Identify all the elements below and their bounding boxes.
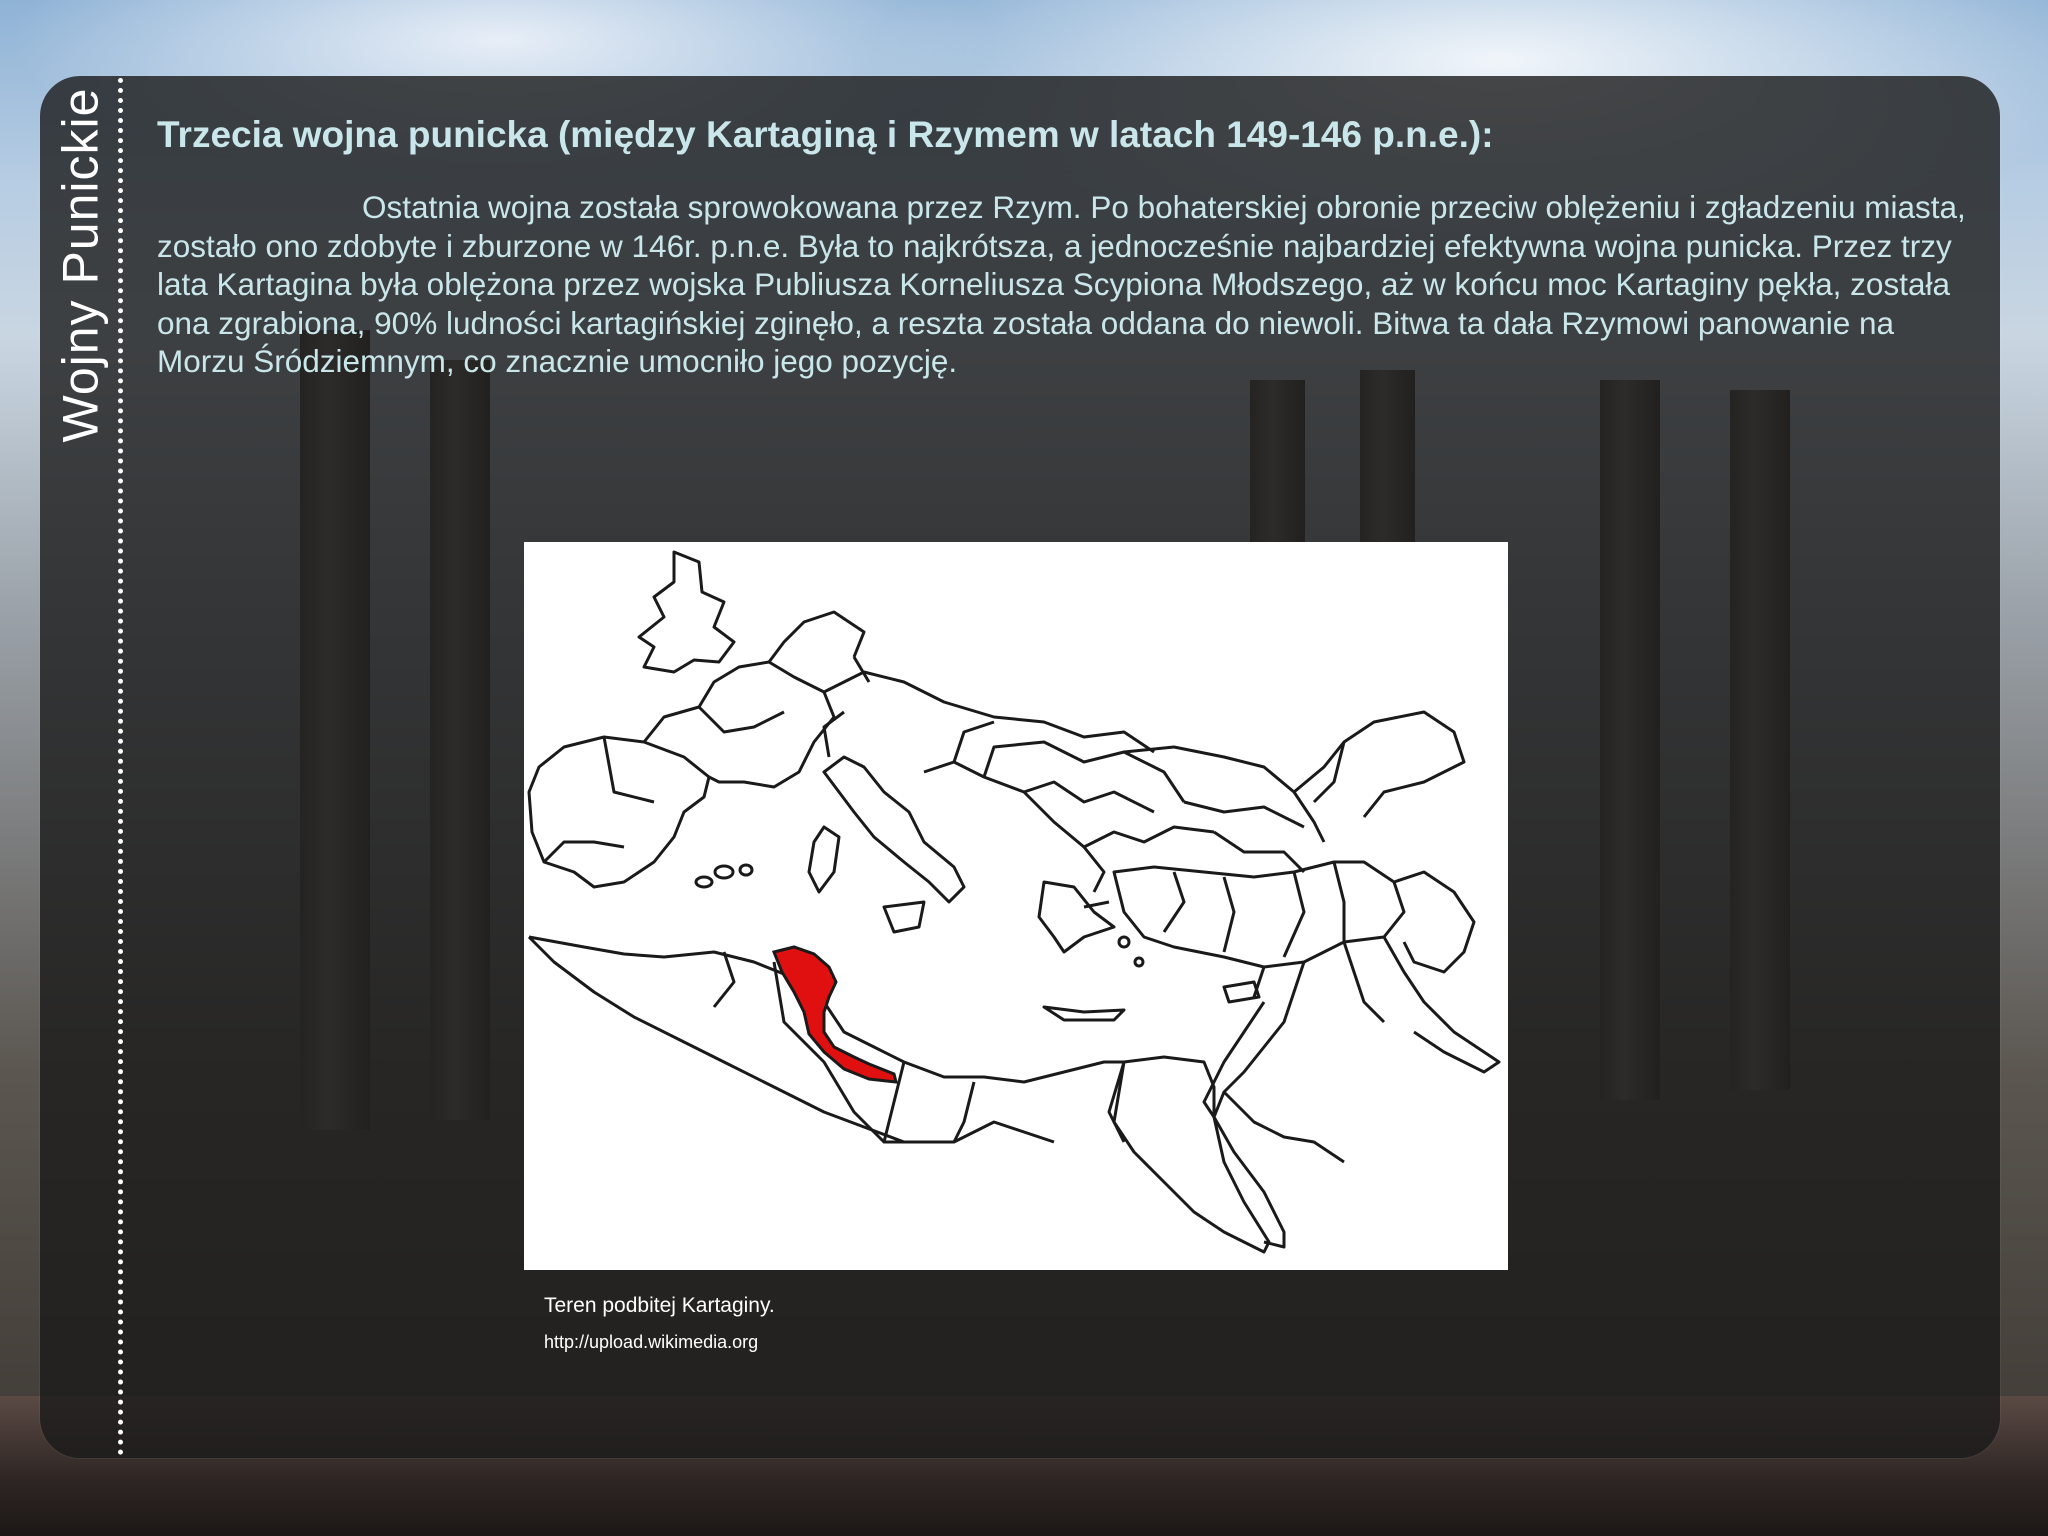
map-gaul <box>642 660 836 789</box>
map-caption: Teren podbitej Kartaginy. <box>544 1294 775 1317</box>
map-italy <box>822 755 966 904</box>
map-sicily <box>882 900 926 934</box>
map-egypt <box>1112 1055 1271 1254</box>
map-outlines <box>527 550 1501 1254</box>
map-drawing <box>527 550 1501 1254</box>
map-iberia <box>527 735 711 889</box>
map-asia-minor <box>1112 860 1406 969</box>
map-corsica <box>807 825 841 894</box>
roman-empire-map <box>524 542 1508 1270</box>
side-title: Wojny Punickie <box>52 88 108 443</box>
dotted-divider <box>118 78 123 1456</box>
map-source-link[interactable]: http://upload.wikimedia.org <box>544 1332 758 1353</box>
map-britain <box>637 550 736 674</box>
side-title-text: Wojny Punickie <box>52 87 108 443</box>
slide-heading: Trzecia wojna punicka (między Kartaginą … <box>157 114 1494 155</box>
map-crete <box>1042 1005 1126 1022</box>
carthage-highlight <box>771 945 898 1084</box>
map-greece <box>1037 880 1116 954</box>
slide-body-text: Ostatnia wojna została sprowokowana prze… <box>157 189 1966 379</box>
map-cyprus <box>1222 980 1261 1004</box>
